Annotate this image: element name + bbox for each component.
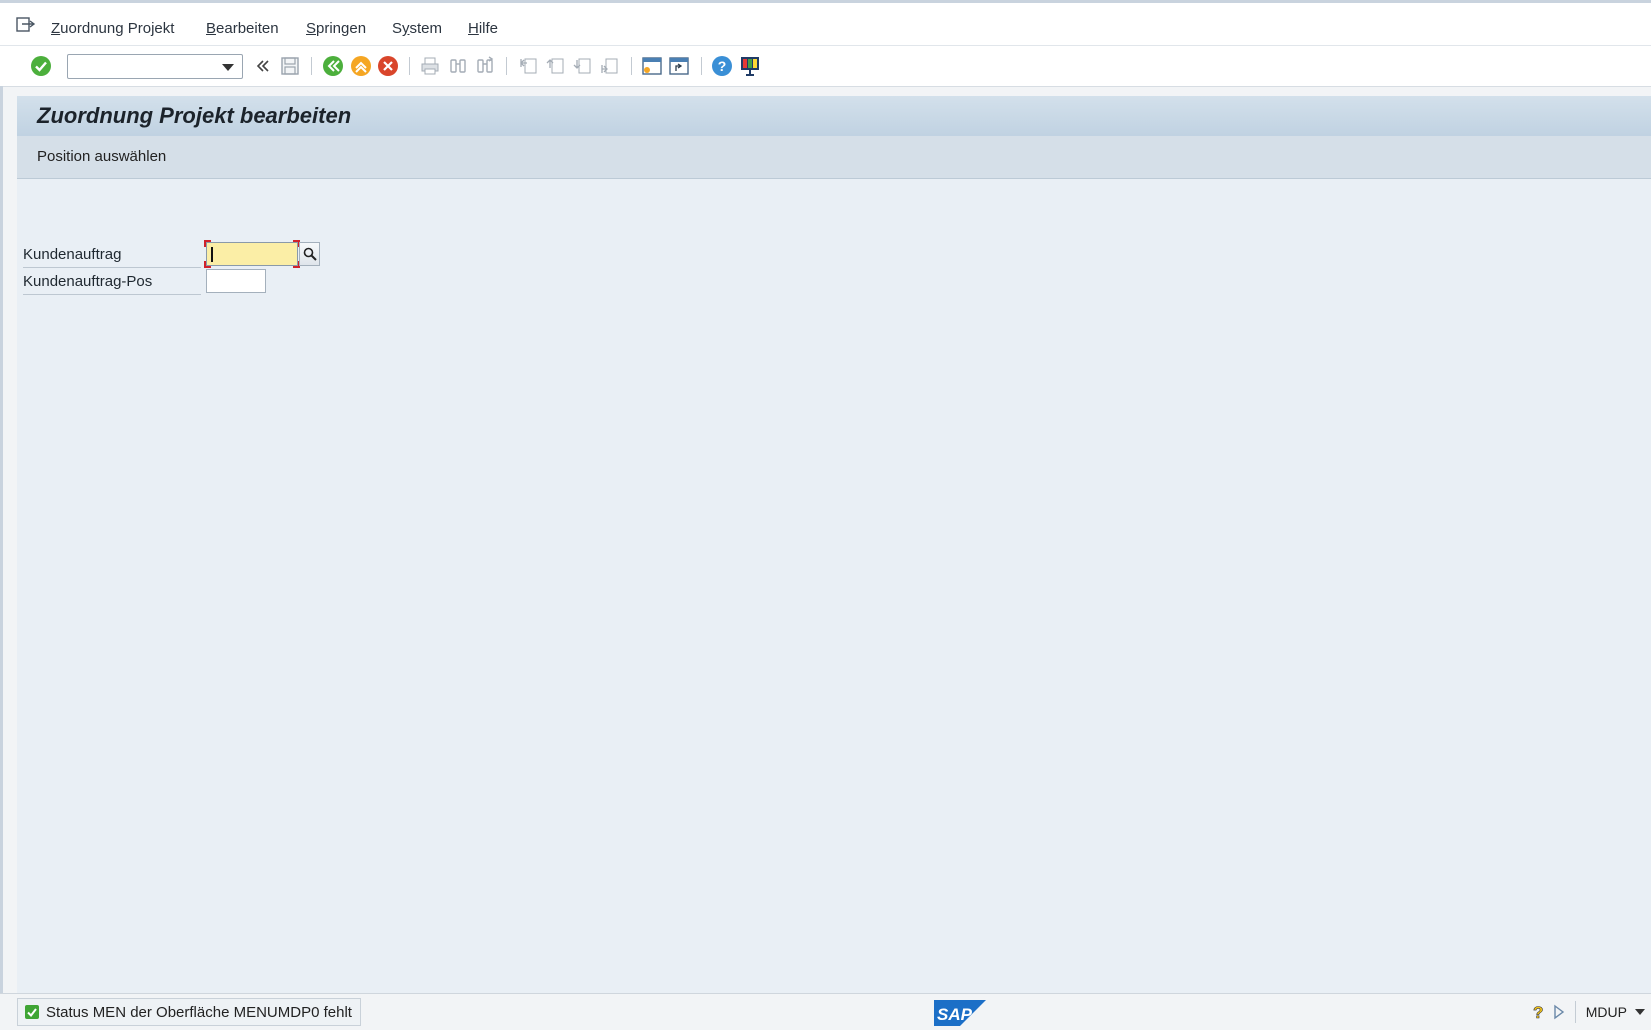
find-button[interactable] (446, 54, 470, 78)
kundenauftrag-value-help-button[interactable] (299, 242, 320, 266)
command-field-dropdown-icon[interactable] (222, 64, 234, 71)
success-check-icon (25, 1005, 39, 1019)
kundenauftrag-pos-input[interactable] (207, 270, 265, 292)
customize-layout-button[interactable] (738, 54, 762, 78)
kundenauftrag-pos-label: Kundenauftrag-Pos (23, 269, 201, 295)
menu-system-rest: stem (409, 20, 443, 37)
shortcut-button[interactable] (667, 54, 691, 78)
sap-logo-icon: SAP (934, 1000, 986, 1026)
exit-button[interactable] (349, 54, 373, 78)
previous-page-button[interactable] (543, 54, 567, 78)
menu-zuordnung-projekt-rest: uordnung Projekt (60, 20, 175, 37)
window-frame (0, 86, 3, 993)
save-icon (281, 57, 299, 75)
status-message[interactable]: Status MEN der Oberfläche MENUMDP0 fehlt (17, 998, 361, 1026)
exit-icon (351, 56, 371, 76)
shortcut-icon (669, 57, 689, 75)
last-page-button[interactable] (597, 54, 621, 78)
double-chevron-left-icon (256, 60, 269, 72)
application-toolbar: Position auswählen (17, 136, 1651, 179)
first-page-icon (520, 58, 537, 74)
toolbar-separator (409, 57, 410, 75)
menu-bearbeiten-rest: earbeiten (216, 20, 279, 37)
enter-icon (31, 56, 51, 76)
first-page-button[interactable] (516, 54, 540, 78)
save-button[interactable] (278, 54, 302, 78)
svg-text:SAP: SAP (937, 1005, 973, 1024)
title-bar: Zuordnung Projekt bearbeiten (17, 96, 1651, 137)
create-session-button[interactable] (640, 54, 664, 78)
text-caret (211, 247, 213, 262)
toolbar-separator (506, 57, 507, 75)
kundenauftrag-field[interactable] (204, 240, 300, 268)
menu-hilfe[interactable]: Hilfe (468, 20, 498, 37)
expand-triangle-icon[interactable] (1553, 1004, 1565, 1020)
command-input[interactable] (72, 56, 224, 79)
toolbar-separator (631, 57, 632, 75)
create-session-icon (642, 57, 662, 75)
find-icon (450, 59, 466, 73)
hide-command-field-button[interactable] (251, 54, 275, 78)
toolbar-separator (311, 57, 312, 75)
svg-text:?: ? (1533, 1003, 1543, 1021)
toolbar-separator (701, 57, 702, 75)
kundenauftrag-label: Kundenauftrag (23, 242, 201, 268)
cancel-button[interactable] (376, 54, 400, 78)
focus-marker (204, 261, 211, 268)
menu-system-s: S (392, 20, 403, 37)
screen-area: Zuordnung Projekt bearbeiten Position au… (17, 96, 1651, 993)
menu-system[interactable]: System (392, 20, 442, 37)
help-question-icon[interactable]: ? (1531, 1003, 1547, 1021)
system-dropdown-icon[interactable] (1635, 1009, 1645, 1015)
system-toolbar: ? (0, 46, 1651, 87)
find-next-icon (477, 56, 494, 73)
page-title: Zuordnung Projekt bearbeiten (37, 103, 352, 128)
menu-zuordnung-projekt[interactable]: Zuordnung Projekt (51, 20, 174, 37)
menu-springen-rest: pringen (316, 20, 367, 37)
back-icon (323, 56, 343, 76)
kundenauftrag-input[interactable] (207, 243, 297, 265)
print-icon (421, 57, 439, 75)
system-info-field[interactable]: MDUP (1574, 1001, 1651, 1023)
find-next-button[interactable] (473, 54, 497, 78)
customize-layout-icon (741, 57, 759, 76)
print-button[interactable] (418, 54, 442, 78)
cancel-icon (378, 56, 398, 76)
status-bar: Status MEN der Oberfläche MENUMDP0 fehlt… (0, 993, 1651, 1030)
system-name: MDUP (1585, 1004, 1627, 1020)
menu-icon[interactable] (16, 17, 36, 33)
next-page-icon (573, 58, 591, 74)
command-field[interactable] (67, 54, 243, 79)
menu-springen[interactable]: Springen (306, 20, 366, 37)
enter-button[interactable] (29, 54, 53, 78)
position-auswaehlen-button[interactable]: Position auswählen (29, 144, 174, 169)
help-icon: ? (712, 56, 732, 76)
svg-text:?: ? (718, 58, 727, 74)
next-page-button[interactable] (570, 54, 594, 78)
help-button[interactable]: ? (710, 54, 734, 78)
search-icon (303, 247, 317, 261)
status-message-text: Status MEN der Oberfläche MENUMDP0 fehlt (46, 1003, 352, 1021)
kundenauftrag-pos-field[interactable] (206, 269, 266, 293)
focus-marker (204, 240, 211, 247)
menu-bearbeiten[interactable]: Bearbeiten (206, 20, 279, 37)
menu-bar: Zuordnung Projekt Bearbeiten Springen Sy… (0, 0, 1651, 46)
previous-page-icon (546, 58, 564, 74)
status-bar-right: ? MDUP (1531, 998, 1651, 1026)
menu-hilfe-rest: ilfe (478, 20, 499, 37)
last-page-icon (601, 58, 618, 74)
back-button[interactable] (321, 54, 345, 78)
